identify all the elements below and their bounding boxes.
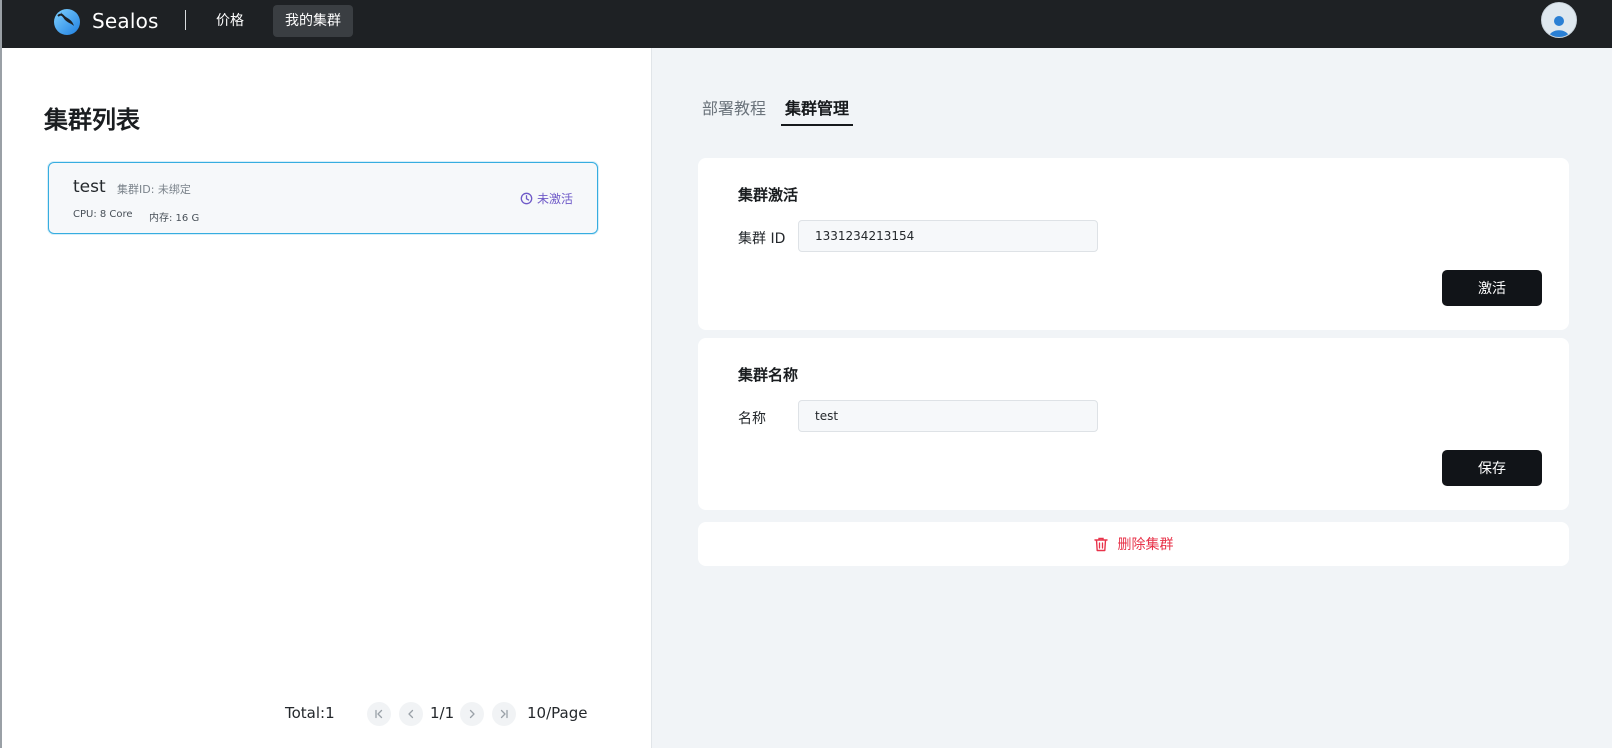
last-page-icon	[500, 709, 508, 719]
delete-cluster-button[interactable]: 删除集群	[698, 522, 1569, 566]
pagination-total: Total:1	[285, 704, 335, 722]
activate-button[interactable]: 激活	[1442, 270, 1542, 306]
cluster-list-item[interactable]: test 集群ID: 未绑定 CPU: 8 Core 内存: 16 G 未激活	[48, 162, 598, 234]
cluster-list-panel: 集群列表 test 集群ID: 未绑定 CPU: 8 Core 内存: 16 G…	[2, 48, 651, 748]
cluster-memory: 内存: 16 G	[149, 213, 200, 224]
save-button[interactable]: 保存	[1442, 450, 1542, 486]
pagination-page-size[interactable]: 10/Page	[527, 704, 587, 722]
cluster-id: 集群ID: 未绑定	[117, 183, 191, 196]
name-card-title: 集群名称	[738, 366, 799, 384]
activate-card-title: 集群激活	[738, 186, 799, 204]
tab-cluster-management[interactable]: 集群管理	[781, 98, 854, 126]
status-label: 未激活	[536, 192, 573, 206]
delete-cluster-label: 删除集群	[1117, 537, 1174, 553]
nav-my-clusters[interactable]: 我的集群	[273, 5, 353, 37]
cluster-name-input[interactable]	[798, 400, 1098, 432]
cluster-detail-panel: 部署教程 集群管理 集群激活 集群 ID 激活 集群名称 名称 保存 删除集群	[651, 48, 1612, 748]
chevron-right-icon	[469, 709, 475, 719]
cluster-cpu: CPU: 8 Core	[73, 209, 133, 220]
app-window: Sealos 价格 我的集群 集群列表 test 集群ID: 未绑定 CPU: …	[0, 0, 1612, 748]
brand-name[interactable]: Sealos	[92, 9, 159, 33]
page-title: 集群列表	[44, 106, 140, 134]
brand-divider	[185, 10, 186, 30]
cluster-id-input[interactable]	[798, 220, 1098, 252]
trash-icon	[1093, 537, 1108, 551]
pagination-current: 1/1	[430, 704, 455, 722]
top-navigation-bar: Sealos 价格 我的集群	[2, 0, 1612, 48]
first-page-button[interactable]	[367, 702, 391, 726]
cluster-activate-card: 集群激活 集群 ID 激活	[698, 158, 1569, 330]
pagination: Total:1 1/1 10/Page	[2, 702, 651, 726]
last-page-button[interactable]	[492, 702, 516, 726]
clock-icon	[520, 192, 533, 205]
cluster-name-label: 名称	[738, 411, 766, 427]
user-avatar-icon[interactable]	[1541, 2, 1577, 38]
cluster-id-label: 集群 ID	[738, 231, 786, 247]
cluster-name-card: 集群名称 名称 保存	[698, 338, 1569, 510]
user-silhouette-icon	[1549, 16, 1569, 37]
sealos-logo-icon[interactable]	[52, 6, 82, 36]
next-page-button[interactable]	[460, 702, 484, 726]
prev-page-button[interactable]	[399, 702, 423, 726]
cluster-name: test	[73, 177, 106, 197]
chevron-left-icon	[408, 709, 414, 719]
status-badge: 未激活	[520, 190, 573, 207]
tab-deploy-tutorial[interactable]: 部署教程	[702, 98, 766, 126]
nav-pricing[interactable]: 价格	[204, 5, 256, 37]
first-page-icon	[375, 709, 383, 719]
